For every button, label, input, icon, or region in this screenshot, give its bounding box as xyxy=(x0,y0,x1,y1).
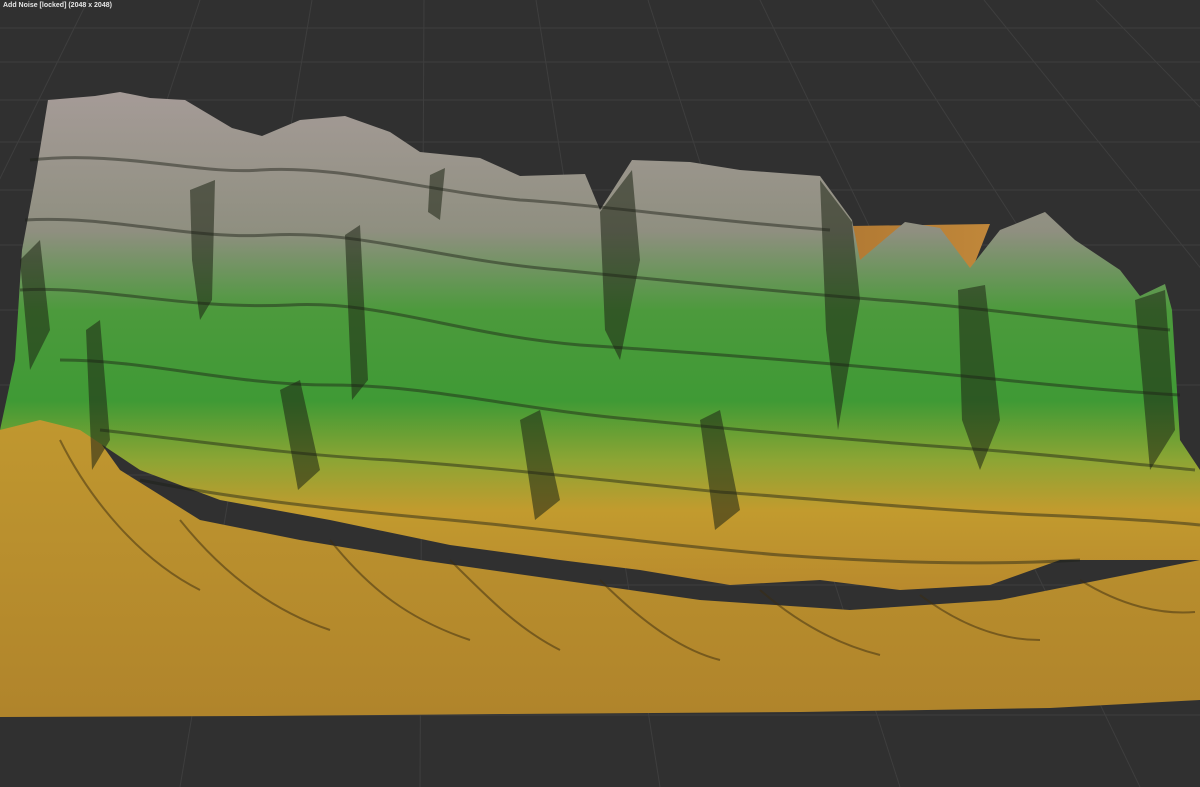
terrain-render[interactable] xyxy=(0,0,1200,787)
viewport-title: Add Noise [locked] (2048 x 2048) xyxy=(3,2,112,9)
3d-viewport[interactable]: Add Noise [locked] (2048 x 2048) xyxy=(0,0,1200,787)
